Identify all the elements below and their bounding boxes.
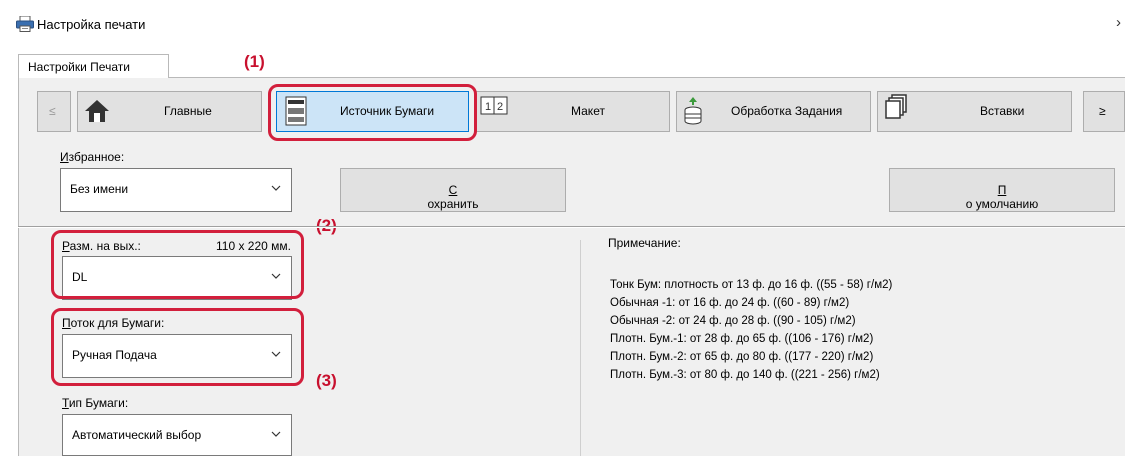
chevron-down-icon [271,185,281,191]
window-title: Настройка печати [37,17,146,32]
callout-3: (3) [316,371,337,390]
nav-label-inserts: Вставки [980,104,1025,118]
nav-tab-main[interactable]: Главные [77,91,262,132]
svg-text:2: 2 [497,101,503,113]
paper-type-value: Автоматический выбор [72,428,202,442]
title-bar: Настройка печати › [0,0,1125,44]
paper-type-label: Тип Бумаги: [62,396,129,410]
nav-prev-button[interactable]: ≤ [37,91,71,132]
save-button[interactable]: Сохранить [340,168,566,212]
nav-tab-layout[interactable]: 1 2 Макет [475,91,670,132]
section-divider [18,226,1125,228]
note-line: Обычная -2: от 24 ф. до 28 ф. ((90 - 105… [610,315,856,327]
nav-prev-label: ≤ [49,104,56,118]
nav-next-button[interactable]: ≥ [1083,91,1125,132]
note-line: Плотн. Бум.-3: от 80 ф. до 140 ф. ((221 … [610,369,880,381]
close-icon[interactable]: › [1116,14,1121,31]
save-button-label: Сохранить [427,183,479,211]
note-line: Обычная -1: от 16 ф. до 24 ф. ((60 - 89)… [610,297,850,309]
favorites-label: Избранное: [60,150,125,164]
note-line: Плотн. Бум.-2: от 65 ф. до 80 ф. ((177 -… [610,351,874,363]
nav-next-label: ≥ [1099,104,1106,118]
job-handling-icon [684,97,702,125]
nav-tab-job-handling[interactable]: Обработка Задания [676,91,871,132]
highlight-paper-tray [51,308,304,386]
highlight-output-size [51,230,304,299]
nav-label-layout: Макет [571,104,605,118]
chevron-down-icon [271,431,281,437]
tab-label: Настройки Печати [28,60,130,74]
column-divider [580,240,581,456]
nav-tab-inserts[interactable]: Вставки [877,91,1072,132]
tab-print-settings[interactable]: Настройки Печати [18,54,169,78]
default-button-label: По умолчанию [965,183,1039,211]
layout-icon: 1 2 [480,96,508,115]
default-button[interactable]: По умолчанию [889,168,1115,212]
favorites-value: Без имени [70,182,129,196]
nav-label-main: Главные [164,104,212,118]
paper-type-select[interactable]: Автоматический выбор [62,414,292,456]
note-line: Плотн. Бум.-1: от 28 ф. до 65 ф. ((106 -… [610,333,874,345]
favorites-select[interactable]: Без имени [60,168,292,212]
svg-text:1: 1 [485,101,491,113]
highlight-paper-source [268,84,477,141]
note-title: Примечание: [608,236,681,250]
callout-1: (1) [244,52,265,71]
inserts-icon [885,94,907,119]
note-line: Тонк Бум: плотность от 13 ф. до 16 ф. ((… [610,279,893,291]
printer-icon [16,16,34,32]
nav-label-job-handling: Обработка Задания [731,104,843,118]
home-icon [85,100,109,122]
